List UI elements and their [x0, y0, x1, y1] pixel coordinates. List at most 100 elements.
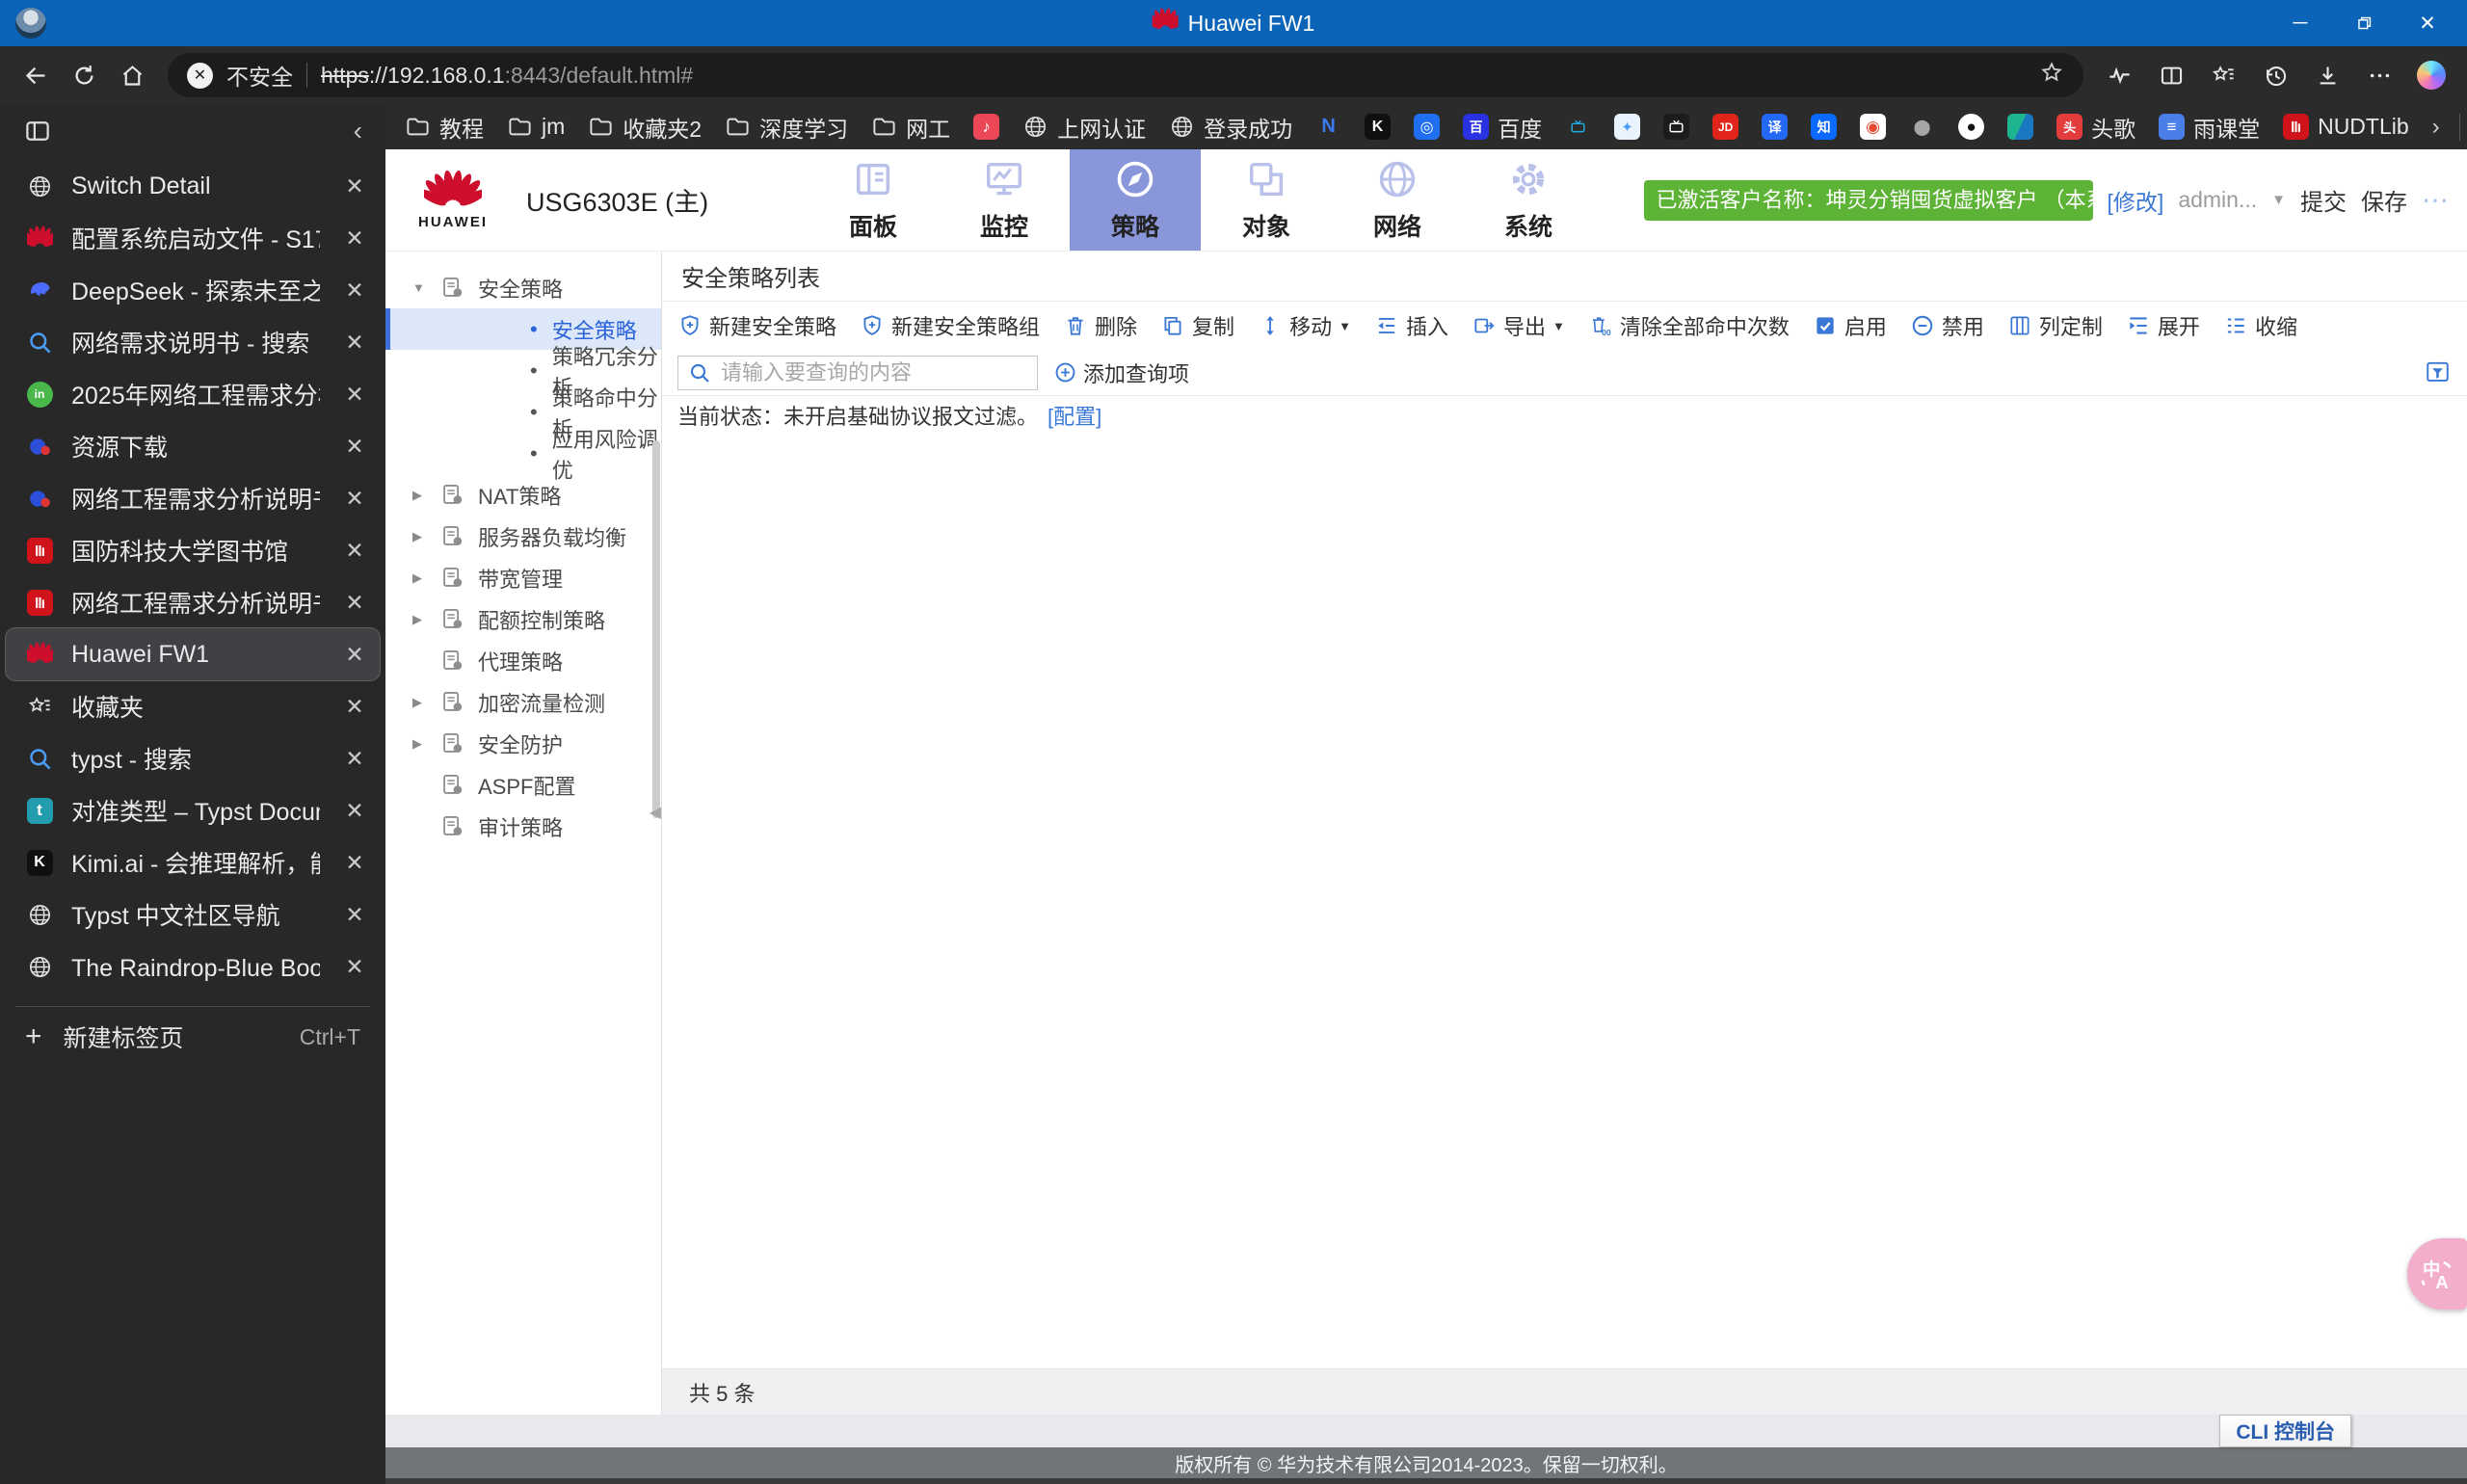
toolbar-清除全部命中次数[interactable]: 00 清除全部命中次数 — [1588, 310, 1790, 341]
refresh-button[interactable] — [62, 53, 106, 97]
close-tab-icon[interactable]: ✕ — [337, 845, 372, 880]
bookmark-item[interactable]: ⬤ — [1909, 114, 1935, 140]
bookmark-item[interactable]: 译 — [1762, 114, 1789, 140]
address-bar[interactable]: ✕ 不安全 https://192.168.0.1:8443/default.h… — [168, 53, 2083, 97]
close-tab-icon[interactable]: ✕ — [337, 533, 372, 568]
toolbar-新建安全策略[interactable]: 新建安全策略 — [677, 310, 836, 341]
tree-item-配额控制策略[interactable]: ▶ 配额控制策略 — [385, 598, 661, 640]
toolbar-导出[interactable]: 导出 ▼ — [1472, 310, 1565, 341]
nav-面板[interactable]: 面板 — [808, 149, 939, 251]
downloads-icon[interactable] — [2305, 53, 2349, 97]
submit-button[interactable]: 提交 — [2300, 183, 2347, 217]
bookmark-item[interactable]: N — [1315, 114, 1341, 140]
close-tab-icon[interactable]: ✕ — [337, 741, 372, 776]
collapse-sidebar-icon[interactable]: ‹ — [354, 116, 362, 146]
close-tab-icon[interactable]: ✕ — [337, 585, 372, 620]
restore-button[interactable] — [2332, 0, 2396, 46]
close-tab-icon[interactable]: ✕ — [337, 169, 372, 203]
add-query-button[interactable]: 添加查询项 — [1053, 358, 1189, 388]
sidebar-tab[interactable]: Switch Detail ✕ — [6, 160, 380, 212]
tree-item-代理策略[interactable]: 代理策略 — [385, 640, 661, 681]
tree-item-安全防护[interactable]: ▶ 安全防护 — [385, 723, 661, 764]
favorite-star-icon[interactable] — [2039, 60, 2064, 91]
cli-console-button[interactable]: CLI 控制台 — [2219, 1415, 2351, 1447]
tree-item-应用风险调优[interactable]: • 应用风险调优 — [385, 428, 661, 483]
close-tab-icon[interactable]: ✕ — [337, 949, 372, 984]
close-tab-icon[interactable]: ✕ — [337, 377, 372, 411]
tree-item-审计策略[interactable]: 审计策略 — [385, 806, 661, 847]
toolbar-列定制[interactable]: 列定制 — [2007, 310, 2103, 341]
nav-网络[interactable]: 网络 — [1332, 149, 1463, 251]
close-tab-icon[interactable]: ✕ — [337, 689, 372, 724]
close-tab-icon[interactable]: ✕ — [337, 481, 372, 516]
sidebar-tab[interactable]: 网络工程需求分析说明书.doc-ITAD ✕ — [6, 472, 380, 524]
tree-arrow-icon[interactable]: ▶ — [412, 529, 439, 544]
search-input[interactable] — [721, 359, 1027, 385]
nav-监控[interactable]: 监控 — [939, 149, 1070, 251]
toolbar-展开[interactable]: 展开 — [2126, 310, 2200, 341]
tree-arrow-icon[interactable]: ▶ — [412, 695, 439, 710]
sidebar-tab[interactable]: 配置系统启动文件 - S1720, S2700, ✕ — [6, 212, 380, 264]
nav-策略[interactable]: 策略 — [1070, 149, 1201, 251]
bookmark-item[interactable]: NUDTLib — [2283, 114, 2409, 140]
bookmark-item[interactable]: JD — [1712, 114, 1739, 140]
minimize-button[interactable]: ─ — [2268, 0, 2332, 46]
bookmark-item[interactable]: 上网认证 — [1022, 111, 1146, 144]
toolbar-移动[interactable]: 移动 ▼ — [1258, 310, 1351, 341]
tree-collapse-handle[interactable]: ◀ — [650, 803, 661, 822]
close-button[interactable]: ✕ — [2396, 0, 2459, 46]
bookmarks-overflow-chevron[interactable]: › — [2432, 114, 2440, 141]
tree-arrow-icon[interactable]: ▼ — [412, 280, 439, 295]
new-tab-button[interactable]: + 新建标签页 Ctrl+T — [0, 1011, 385, 1063]
header-more-icon[interactable]: ⋯ — [2422, 184, 2452, 216]
bookmark-item[interactable]: 收藏夹2 — [588, 111, 702, 144]
bookmark-item[interactable]: 百百度 — [1463, 111, 1542, 144]
toolbar-新建安全策略组[interactable]: 新建安全策略组 — [860, 310, 1040, 341]
favorites-icon[interactable] — [2201, 53, 2245, 97]
save-button[interactable]: 保存 — [2361, 183, 2407, 217]
toolbar-启用[interactable]: 启用 — [1813, 310, 1887, 341]
bookmark-item[interactable]: ● — [1958, 114, 1985, 140]
sidebar-tab[interactable]: in 2025年网络工程需求分析说明书样 ✕ — [6, 368, 380, 420]
bookmark-item[interactable] — [1663, 114, 1690, 140]
user-dropdown-caret[interactable]: ▼ — [2271, 192, 2286, 208]
sidebar-tab[interactable]: typst - 搜索 ✕ — [6, 732, 380, 784]
sidebar-tab[interactable]: DeepSeek - 探索未至之境 ✕ — [6, 264, 380, 316]
bookmark-item[interactable]: jm — [507, 114, 565, 140]
sidebar-tab[interactable]: 网络工程需求分析说明书 _ ✕ — [6, 576, 380, 628]
sidebar-tab[interactable]: K Kimi.ai - 会推理解析，能深度思考 ✕ — [6, 836, 380, 888]
nav-系统[interactable]: 系统 — [1463, 149, 1594, 251]
toolbar-删除[interactable]: 删除 — [1063, 310, 1137, 341]
close-tab-icon[interactable]: ✕ — [337, 897, 372, 932]
split-screen-icon[interactable] — [2149, 53, 2193, 97]
toolbar-插入[interactable]: 插入 — [1374, 310, 1448, 341]
bookmark-item[interactable]: 知 — [1811, 114, 1838, 140]
tree-item-带宽管理[interactable]: ▶ 带宽管理 — [385, 557, 661, 598]
config-link[interactable]: [配置] — [1048, 400, 1101, 431]
tree-arrow-icon[interactable]: ▶ — [412, 570, 439, 586]
tree-item-加密流量检测[interactable]: ▶ 加密流量检测 — [385, 681, 661, 723]
tree-scrollbar[interactable] — [652, 440, 660, 818]
bookmark-item[interactable]: ✦ — [1614, 114, 1641, 140]
tab-panel-icon[interactable] — [23, 117, 52, 146]
bookmark-item[interactable]: 教程 — [405, 111, 484, 144]
more-menu-icon[interactable] — [2357, 53, 2401, 97]
tree-item-安全策略[interactable]: ▼ 安全策略 — [385, 267, 661, 308]
query-filter-icon[interactable] — [2424, 358, 2452, 386]
history-icon[interactable] — [2253, 53, 2297, 97]
close-tab-icon[interactable]: ✕ — [337, 429, 372, 464]
bookmark-item[interactable]: ♪ — [973, 114, 1000, 140]
bookmark-item[interactable]: ◉ — [1860, 114, 1887, 140]
bookmark-item[interactable] — [2007, 114, 2034, 140]
close-tab-icon[interactable]: ✕ — [337, 793, 372, 828]
sidebar-tab[interactable]: 国防科技大学图书馆 ✕ — [6, 524, 380, 576]
sidebar-tab[interactable]: Huawei FW1 ✕ — [6, 628, 380, 680]
tree-arrow-icon[interactable]: ▶ — [412, 736, 439, 752]
browser-essentials-icon[interactable] — [2097, 53, 2141, 97]
close-tab-icon[interactable]: ✕ — [337, 325, 372, 359]
sidebar-tab[interactable]: 资源下载 ✕ — [6, 420, 380, 472]
tree-arrow-icon[interactable]: ▶ — [412, 612, 439, 627]
modify-link[interactable]: [修改] — [2108, 184, 2164, 217]
bookmark-item[interactable]: K — [1365, 114, 1392, 140]
bookmark-item[interactable] — [1565, 114, 1591, 140]
